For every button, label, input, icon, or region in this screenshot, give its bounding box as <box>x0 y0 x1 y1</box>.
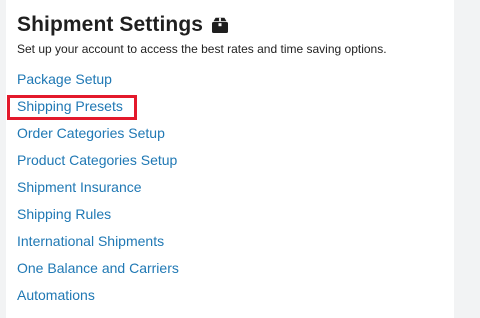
link-international-shipments[interactable]: International Shipments <box>17 228 179 255</box>
link-automations[interactable]: Automations <box>17 282 179 309</box>
box-icon <box>211 16 229 34</box>
link-product-categories-setup[interactable]: Product Categories Setup <box>17 147 179 174</box>
link-shipping-rules[interactable]: Shipping Rules <box>17 201 179 228</box>
link-shipment-insurance[interactable]: Shipment Insurance <box>17 174 179 201</box>
link-shipping-presets[interactable]: Shipping Presets <box>17 93 179 120</box>
page-title: Shipment Settings <box>17 13 204 36</box>
settings-card: Shipment Settings Set up your account to… <box>6 0 454 318</box>
settings-link-list: Package Setup Shipping Presets Order Cat… <box>17 66 179 309</box>
link-one-balance-and-carriers[interactable]: One Balance and Carriers <box>17 255 179 282</box>
link-package-setup[interactable]: Package Setup <box>17 66 179 93</box>
link-order-categories-setup[interactable]: Order Categories Setup <box>17 120 179 147</box>
header: Shipment Settings <box>17 10 229 40</box>
page-subtitle: Set up your account to access the best r… <box>17 42 387 56</box>
